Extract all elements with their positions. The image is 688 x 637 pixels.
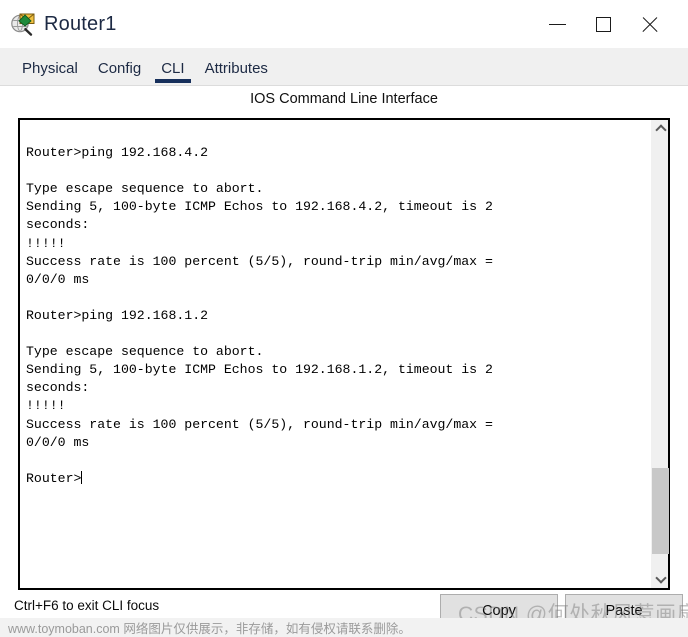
window-title: Router1 bbox=[44, 12, 117, 35]
chevron-up-icon bbox=[654, 124, 667, 136]
close-button[interactable] bbox=[626, 0, 672, 48]
tab-cli-label: CLI bbox=[161, 60, 185, 77]
cli-caption: IOS Command Line Interface bbox=[250, 91, 438, 107]
focus-hint: Ctrl+F6 to exit CLI focus bbox=[14, 598, 160, 613]
copy-button[interactable]: Copy bbox=[440, 594, 558, 628]
cli-panel: IOS Command Line Interface Router>ping 1… bbox=[0, 86, 688, 637]
terminal[interactable]: Router>ping 192.168.4.2 Type escape sequ… bbox=[18, 118, 670, 590]
inspect-device-icon bbox=[10, 11, 36, 37]
tab-attributes[interactable]: Attributes bbox=[195, 60, 278, 85]
tab-physical-label: Physical bbox=[22, 60, 78, 77]
paste-button-label: Paste bbox=[605, 603, 643, 619]
tab-cli[interactable]: CLI bbox=[151, 60, 194, 85]
tab-attributes-label: Attributes bbox=[204, 60, 268, 77]
paste-button[interactable]: Paste bbox=[565, 594, 683, 628]
window-controls bbox=[534, 0, 688, 48]
scroll-down-button[interactable] bbox=[652, 571, 669, 588]
tab-bar: Physical Config CLI Attributes bbox=[0, 48, 688, 86]
minimize-button[interactable] bbox=[534, 0, 580, 48]
title-bar: Router1 bbox=[0, 0, 688, 48]
scrollbar-thumb[interactable] bbox=[652, 468, 669, 554]
scroll-up-button[interactable] bbox=[652, 120, 669, 137]
maximize-icon bbox=[595, 16, 611, 32]
maximize-button[interactable] bbox=[580, 0, 626, 48]
terminal-scrollbar[interactable] bbox=[651, 120, 669, 588]
tab-config-label: Config bbox=[97, 60, 142, 77]
tab-physical[interactable]: Physical bbox=[12, 60, 88, 85]
text-cursor bbox=[81, 470, 83, 484]
terminal-output[interactable]: Router>ping 192.168.4.2 Type escape sequ… bbox=[20, 120, 651, 588]
close-icon bbox=[641, 16, 658, 33]
terminal-text: Router>ping 192.168.4.2 Type escape sequ… bbox=[26, 145, 493, 486]
copy-button-label: Copy bbox=[482, 603, 516, 619]
router-cli-window: Router1 Physical Config CLI Attributes I… bbox=[0, 0, 688, 637]
cli-footer: Ctrl+F6 to exit CLI focus Copy Paste bbox=[0, 594, 688, 637]
chevron-down-icon bbox=[654, 572, 667, 584]
minimize-icon bbox=[548, 23, 566, 25]
tab-config[interactable]: Config bbox=[88, 60, 151, 85]
